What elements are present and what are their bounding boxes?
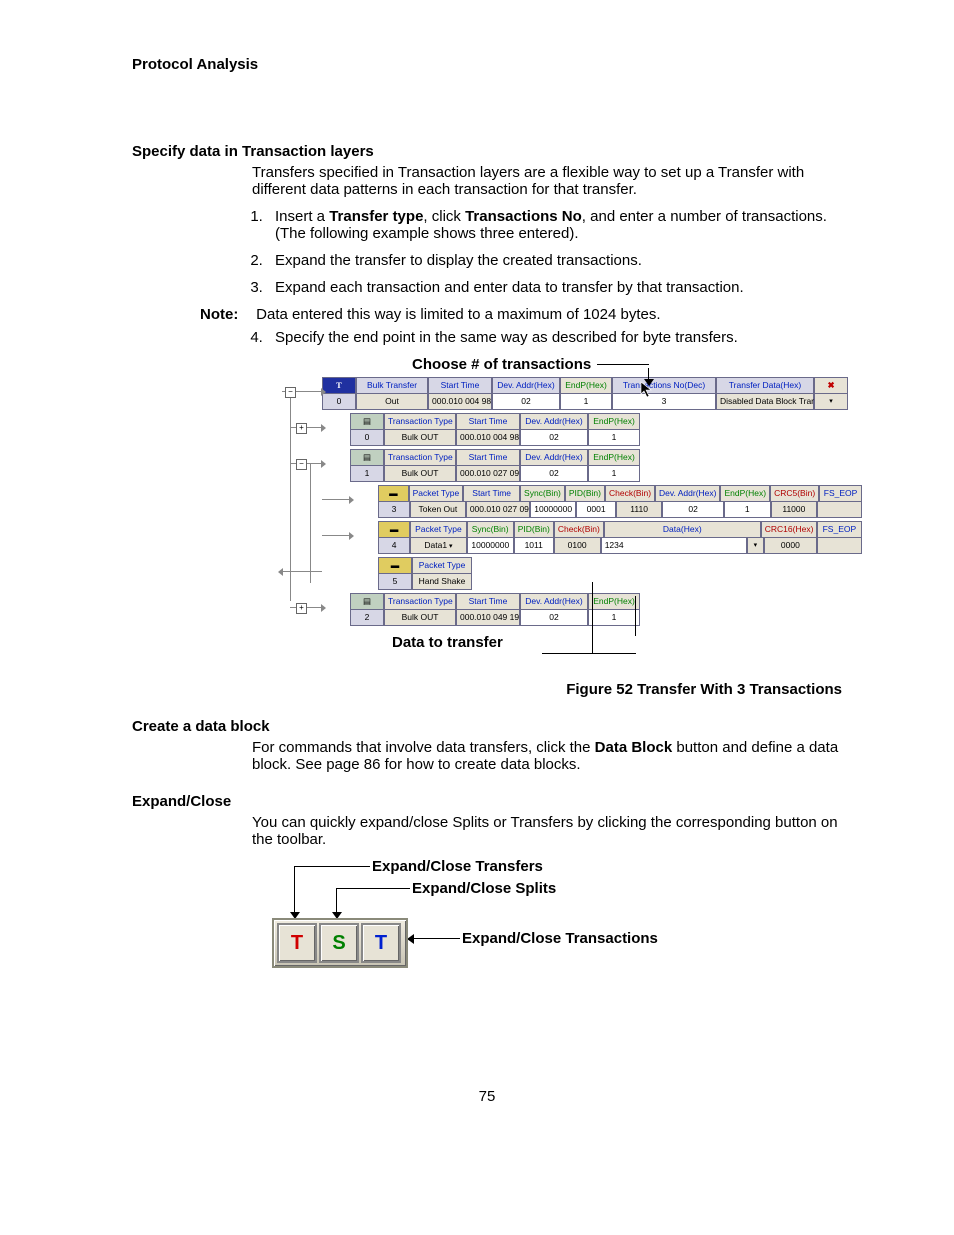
delete-icon[interactable]: ✖ — [814, 377, 848, 394]
transfer-icon: T — [322, 377, 356, 394]
packet-icon: ▬ — [378, 485, 409, 502]
callout-choose: Choose # of transactions — [412, 356, 591, 373]
heading-specify: Specify data in Transaction layers — [132, 143, 842, 160]
li-3: Expand each transaction and enter data t… — [267, 279, 842, 296]
para-specify: Transfers specified in Transaction layer… — [252, 164, 842, 198]
cursor-icon — [640, 381, 654, 399]
screenshot: − T Bulk Transfer Start Time Dev. Addr(H… — [282, 377, 862, 626]
data-type-dropdown[interactable]: Data1 — [410, 537, 466, 554]
callout-data: Data to transfer — [392, 634, 503, 651]
para-expand: You can quickly expand/close Splits or T… — [252, 814, 842, 848]
data-dropdown[interactable] — [747, 537, 764, 554]
expand-transfers-button[interactable]: T — [277, 923, 317, 963]
heading-create-block: Create a data block — [132, 718, 842, 735]
label-splits: Expand/Close Splits — [412, 880, 556, 897]
transaction-icon: ▤ — [350, 413, 384, 430]
label-transfers: Expand/Close Transfers — [372, 858, 543, 875]
li-1: Insert a Transfer type, click Transactio… — [267, 208, 842, 242]
data-hex-field[interactable]: 1234 — [601, 537, 747, 554]
label-transactions: Expand/Close Transactions — [462, 930, 658, 947]
expand-splits-button[interactable]: S — [319, 923, 359, 963]
transaction-icon: ▤ — [350, 593, 384, 610]
figure-caption: Figure 52 Transfer With 3 Transactions — [132, 681, 842, 698]
toolbar: T S T — [272, 918, 408, 968]
note-label: Note: — [200, 306, 252, 323]
page-header: Protocol Analysis — [132, 56, 842, 73]
transfer-data-dropdown[interactable] — [814, 393, 848, 410]
page-number: 75 — [132, 1088, 842, 1105]
packet-icon: ▬ — [378, 557, 412, 574]
li-2: Expand the transfer to display the creat… — [267, 252, 842, 269]
expand-transactions-button[interactable]: T — [361, 923, 401, 963]
para-create-block: For commands that involve data transfers… — [252, 739, 842, 773]
packet-icon: ▬ — [378, 521, 410, 538]
transaction-icon: ▤ — [350, 449, 384, 466]
col-bulk-transfer: Bulk Transfer — [356, 377, 428, 394]
li-4: Specify the end point in the same way as… — [267, 329, 842, 346]
transactions-no-field[interactable]: 3 — [612, 393, 716, 410]
note-text: Data entered this way is limited to a ma… — [256, 306, 660, 323]
heading-expand: Expand/Close — [132, 793, 842, 810]
